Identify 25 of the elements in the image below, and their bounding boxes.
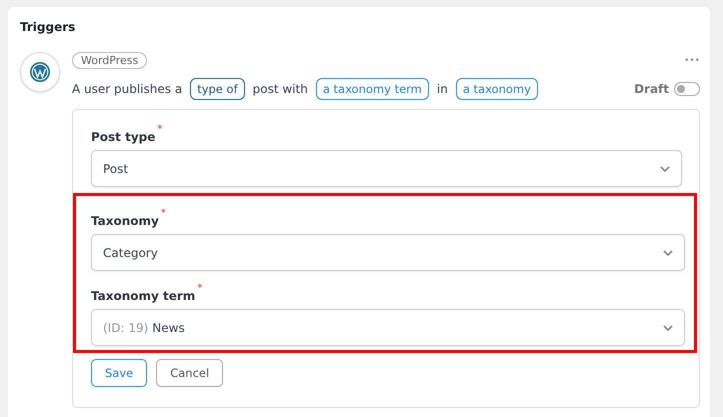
placeholder-chip[interactable]: type of	[190, 78, 245, 100]
chevron-down-icon	[663, 324, 673, 330]
select-field[interactable]: Post	[91, 150, 682, 187]
chevron-down-icon	[660, 166, 670, 172]
required-mark: *	[160, 208, 166, 219]
field-label: Taxonomy term	[91, 289, 196, 303]
sentence-text: A user publishes a	[72, 82, 182, 96]
panel-title: Triggers	[20, 20, 76, 34]
placeholder-chip[interactable]: a taxonomy term	[316, 78, 429, 100]
save-button[interactable]: Save	[91, 359, 148, 387]
wordpress-icon	[29, 61, 51, 83]
field-label: Post type	[91, 130, 156, 144]
draft-label: Draft	[634, 82, 669, 96]
placeholder-chip[interactable]: a taxonomy	[456, 78, 538, 100]
required-mark: *	[157, 124, 162, 135]
field-label: Taxonomy	[91, 214, 159, 228]
chevron-down-icon	[663, 250, 673, 256]
select-field[interactable]: Category	[91, 234, 685, 271]
draft-toggle[interactable]	[674, 82, 700, 96]
cancel-button[interactable]: Cancel	[156, 359, 224, 387]
sentence-text: post with	[252, 82, 308, 96]
required-mark: *	[197, 283, 202, 294]
sentence-text: in	[436, 82, 448, 96]
app-tag: WordPress	[72, 52, 148, 69]
select-field[interactable]: (ID: 19) News	[91, 309, 685, 346]
